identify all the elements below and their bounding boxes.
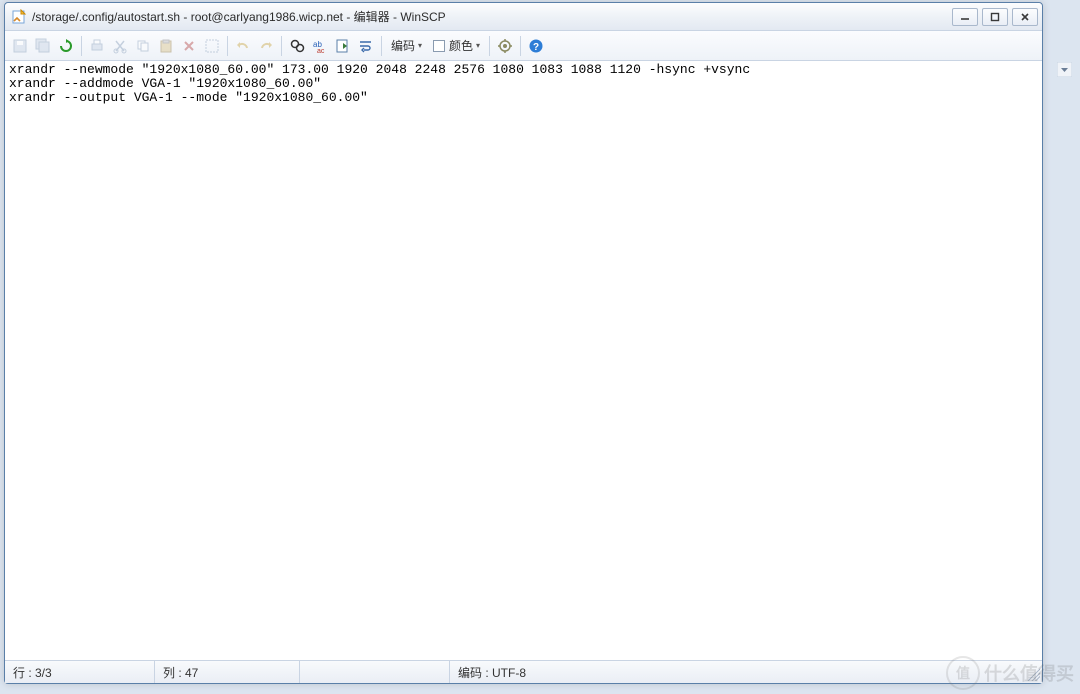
reload-button[interactable] [55, 35, 77, 57]
copy-button[interactable] [132, 35, 154, 57]
goto-button[interactable] [332, 35, 354, 57]
cut-button[interactable] [109, 35, 131, 57]
toolbar-separator [381, 36, 382, 56]
statusbar: 行 : 3/3 列 : 47 编码 : UTF-8 [5, 661, 1042, 683]
help-button[interactable]: ? [525, 35, 547, 57]
toolbar-separator [81, 36, 82, 56]
redo-button[interactable] [255, 35, 277, 57]
settings-button[interactable] [494, 35, 516, 57]
toolbar-separator [520, 36, 521, 56]
status-encoding: 编码 : UTF-8 [450, 661, 1024, 683]
find-button[interactable] [286, 35, 308, 57]
editor-window: /storage/.config/autostart.sh - root@car… [4, 2, 1043, 684]
svg-text:?: ? [533, 42, 539, 53]
delete-button[interactable] [178, 35, 200, 57]
status-empty [300, 661, 450, 683]
encoding-dropdown[interactable]: 编码 ▾ [386, 35, 427, 57]
print-button[interactable] [86, 35, 108, 57]
undo-button[interactable] [232, 35, 254, 57]
toolbar-separator [227, 36, 228, 56]
color-label: 颜色 [449, 37, 473, 54]
scrollbar-down-icon[interactable] [1057, 62, 1072, 77]
select-all-button[interactable] [201, 35, 223, 57]
paste-button[interactable] [155, 35, 177, 57]
app-icon [11, 9, 27, 25]
save-button[interactable] [9, 35, 31, 57]
titlebar: /storage/.config/autostart.sh - root@car… [5, 3, 1042, 31]
close-button[interactable] [1012, 8, 1038, 26]
status-column: 列 : 47 [155, 661, 300, 683]
word-wrap-button[interactable] [355, 35, 377, 57]
color-checkbox [433, 40, 445, 52]
window-controls [952, 8, 1038, 26]
status-line: 行 : 3/3 [5, 661, 155, 683]
replace-button[interactable]: abac [309, 35, 331, 57]
svg-text:ac: ac [317, 48, 325, 54]
color-dropdown[interactable]: 颜色 ▾ [428, 35, 485, 57]
save-as-button[interactable] [32, 35, 54, 57]
maximize-button[interactable] [982, 8, 1008, 26]
editor-area[interactable]: xrandr --newmode "1920x1080_60.00" 173.0… [5, 61, 1042, 661]
resize-grip[interactable] [1024, 665, 1040, 681]
chevron-down-icon: ▾ [418, 41, 422, 50]
minimize-button[interactable] [952, 8, 978, 26]
toolbar-separator [489, 36, 490, 56]
toolbar: abac 编码 ▾ 颜色 ▾ ? [5, 31, 1042, 61]
window-title: /storage/.config/autostart.sh - root@car… [32, 8, 952, 25]
encoding-label: 编码 [391, 37, 415, 54]
chevron-down-icon: ▾ [476, 41, 480, 50]
toolbar-separator [281, 36, 282, 56]
